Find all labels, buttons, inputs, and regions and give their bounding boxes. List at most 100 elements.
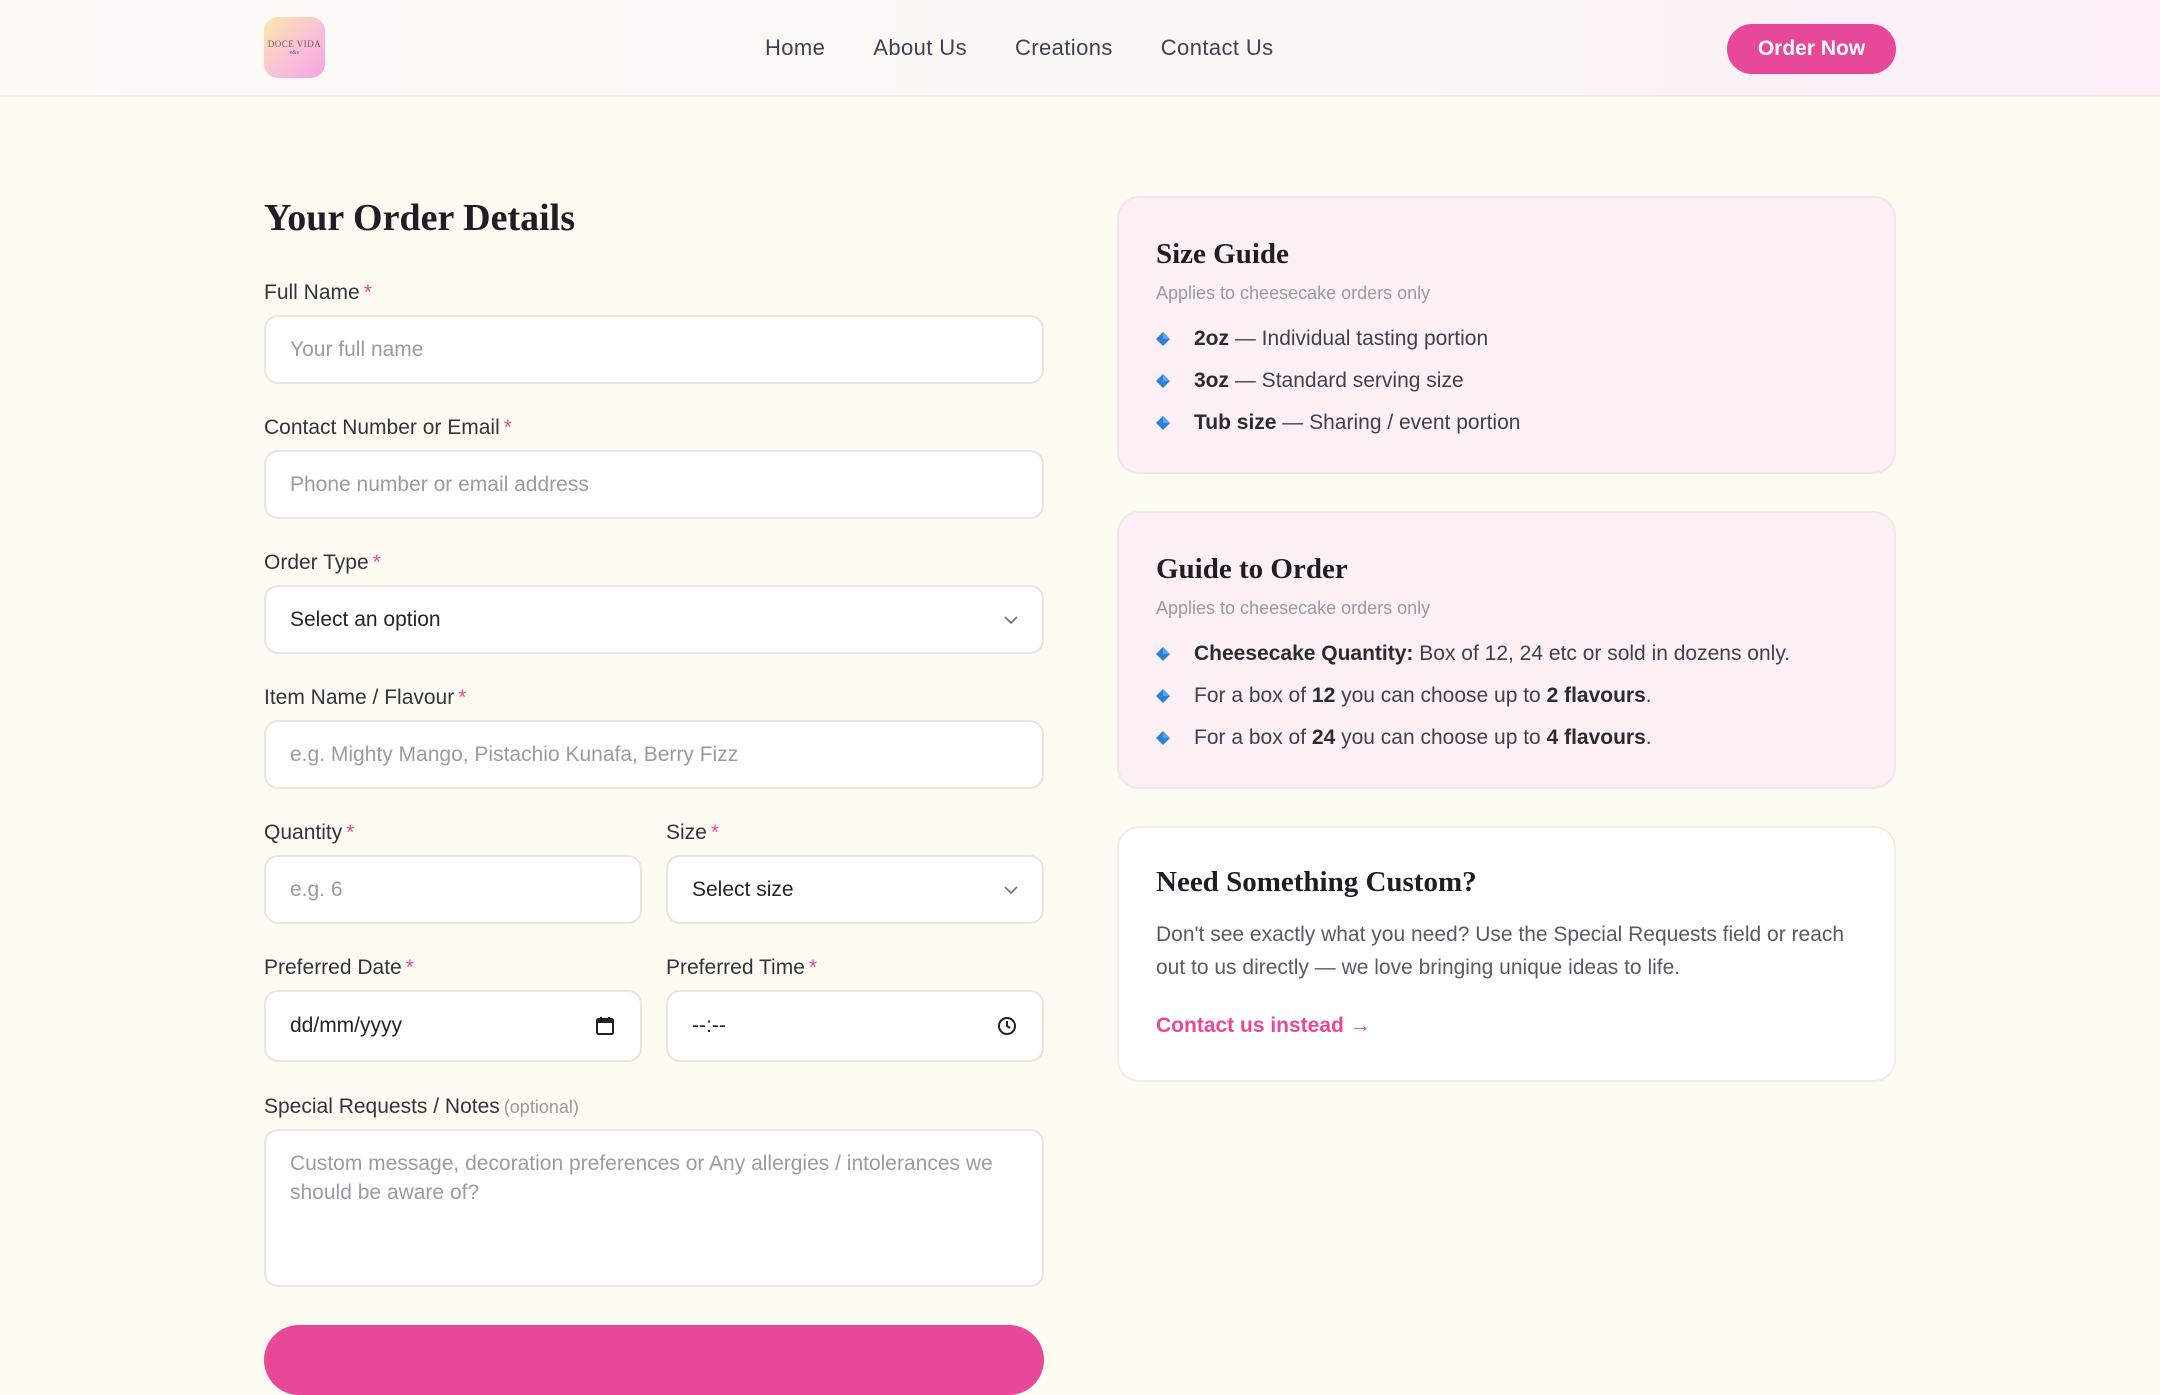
time-label-text: Preferred Time	[666, 956, 805, 979]
required-mark: *	[346, 821, 355, 844]
date-input[interactable]: dd/mm/yyyy	[264, 990, 642, 1062]
nav-creations[interactable]: Creations	[1015, 34, 1113, 62]
list-item: 2oz — Individual tasting portion	[1156, 318, 1520, 360]
rule-text: For a box of	[1194, 684, 1312, 707]
date-label-text: Preferred Date	[264, 956, 402, 979]
contact-label: Contact Number or Email *	[264, 416, 512, 440]
list-item: 3oz — Standard serving size	[1156, 360, 1520, 402]
form-title: Your Order Details	[264, 197, 576, 239]
size-3oz: 3oz	[1194, 369, 1230, 392]
diamond-icon	[1156, 332, 1170, 346]
list-item: For a box of 12 you can choose up to 2 f…	[1156, 675, 1790, 717]
list-item: For a box of 24 you can choose up to 4 f…	[1156, 717, 1790, 759]
time-value: --:--	[692, 1014, 726, 1037]
nav-contact-us[interactable]: Contact Us	[1161, 34, 1274, 62]
diamond-icon	[1156, 689, 1170, 703]
date-label: Preferred Date *	[264, 956, 414, 980]
date-value: dd/mm/yyyy	[290, 1014, 403, 1037]
order-guide-card: Guide to Order Applies to cheesecake ord…	[1117, 511, 1896, 789]
required-mark: *	[808, 956, 818, 979]
contact-input[interactable]: Phone number or email address	[264, 450, 1044, 519]
order-guide-title: Guide to Order	[1156, 553, 1348, 585]
notes-label-text: Special Requests / Notes	[264, 1095, 500, 1118]
size-tub-desc: — Sharing / event portion	[1276, 411, 1521, 434]
rule-box-count: 24	[1311, 726, 1336, 749]
nav-about-us[interactable]: About Us	[873, 34, 967, 62]
size-label-text: Size	[666, 821, 707, 844]
order-type-value: Select an option	[290, 607, 441, 631]
rule-flavour-count: 2 flavours	[1546, 684, 1646, 707]
site-header: DOCE VIDA e&e Home About Us Creations Co…	[0, 0, 2160, 97]
item-name-placeholder: e.g. Mighty Mango, Pistachio Kunafa, Ber…	[290, 742, 739, 766]
clock-icon[interactable]	[996, 1015, 1018, 1037]
chevron-down-icon	[1004, 885, 1018, 894]
full-name-label: Full Name *	[264, 281, 372, 305]
list-item: Cheesecake Quantity: Box of 12, 24 etc o…	[1156, 633, 1790, 675]
size-2oz-desc: — Individual tasting portion	[1229, 327, 1489, 350]
custom-description: Don't see exactly what you need? Use the…	[1156, 923, 1845, 979]
brand-logo[interactable]: DOCE VIDA e&e	[264, 17, 325, 78]
size-label: Size *	[666, 821, 719, 845]
size-2oz: 2oz	[1194, 327, 1230, 350]
size-guide-subtitle: Applies to cheesecake orders only	[1156, 283, 1431, 303]
custom-request-card: Need Something Custom? Don't see exactly…	[1117, 826, 1896, 1082]
required-mark: *	[503, 416, 512, 439]
item-label-text: Item Name / Flavour	[264, 686, 455, 709]
size-guide-list: 2oz — Individual tasting portion 3oz — S…	[1156, 318, 1520, 444]
quantity-rule-label: Cheesecake Quantity:	[1194, 642, 1414, 665]
rule-text: .	[1645, 684, 1652, 707]
optional-tag: (optional)	[503, 1097, 579, 1117]
notes-textarea[interactable]: Custom message, decoration preferences o…	[264, 1129, 1044, 1287]
nav-home[interactable]: Home	[765, 34, 825, 62]
rule-text: you can choose up to	[1335, 684, 1547, 707]
order-guide-subtitle: Applies to cheesecake orders only	[1156, 598, 1431, 618]
contact-us-link[interactable]: Contact us instead →	[1156, 1014, 1371, 1038]
full-name-input[interactable]: Your full name	[264, 315, 1044, 384]
size-guide-card: Size Guide Applies to cheesecake orders …	[1117, 196, 1896, 474]
notes-label: Special Requests / Notes (optional)	[264, 1095, 579, 1119]
order-type-label: Order Type *	[264, 551, 381, 575]
logo-subtext: e&e	[289, 50, 300, 56]
size-select[interactable]: Select size	[666, 855, 1044, 924]
size-3oz-desc: — Standard serving size	[1229, 369, 1464, 392]
chevron-down-icon	[1004, 615, 1018, 624]
size-tub: Tub size	[1194, 411, 1277, 434]
order-type-label-text: Order Type	[264, 551, 369, 574]
time-label: Preferred Time *	[666, 956, 817, 980]
logo-text: DOCE VIDA	[267, 39, 322, 49]
contact-label-text: Contact Number or Email	[264, 416, 500, 439]
rule-box-count: 12	[1311, 684, 1336, 707]
full-name-label-text: Full Name	[264, 281, 360, 304]
order-now-button[interactable]: Order Now	[1727, 24, 1896, 74]
item-name-input[interactable]: e.g. Mighty Mango, Pistachio Kunafa, Ber…	[264, 720, 1044, 789]
diamond-icon	[1156, 647, 1170, 661]
calendar-icon[interactable]	[594, 1015, 616, 1037]
order-guide-list: Cheesecake Quantity: Box of 12, 24 etc o…	[1156, 633, 1790, 759]
diamond-icon	[1156, 731, 1170, 745]
order-type-select[interactable]: Select an option	[264, 585, 1044, 654]
quantity-rule-text: Box of 12, 24 etc or sold in dozens only…	[1413, 642, 1791, 665]
diamond-icon	[1156, 416, 1170, 430]
rule-flavour-count: 4 flavours	[1546, 726, 1646, 749]
time-input[interactable]: --:--	[666, 990, 1044, 1062]
contact-placeholder: Phone number or email address	[290, 472, 589, 496]
diamond-icon	[1156, 374, 1170, 388]
quantity-input[interactable]: e.g. 6	[264, 855, 642, 924]
required-mark: *	[372, 551, 381, 574]
main-nav: Home About Us Creations Contact Us	[765, 34, 1322, 62]
rule-text: you can choose up to	[1335, 726, 1547, 749]
rule-text: For a box of	[1194, 726, 1312, 749]
list-item: Tub size — Sharing / event portion	[1156, 402, 1520, 444]
required-mark: *	[710, 821, 720, 844]
required-mark: *	[458, 686, 467, 709]
full-name-placeholder: Your full name	[290, 337, 424, 361]
quantity-label: Quantity *	[264, 821, 354, 845]
required-mark: *	[405, 956, 414, 979]
quantity-placeholder: e.g. 6	[290, 877, 343, 901]
quantity-label-text: Quantity	[264, 821, 343, 844]
submit-order-button[interactable]	[264, 1325, 1044, 1395]
notes-placeholder: Custom message, decoration preferences o…	[290, 1152, 993, 1204]
custom-title: Need Something Custom?	[1156, 866, 1477, 898]
size-value: Select size	[692, 877, 794, 901]
rule-text: .	[1645, 726, 1652, 749]
